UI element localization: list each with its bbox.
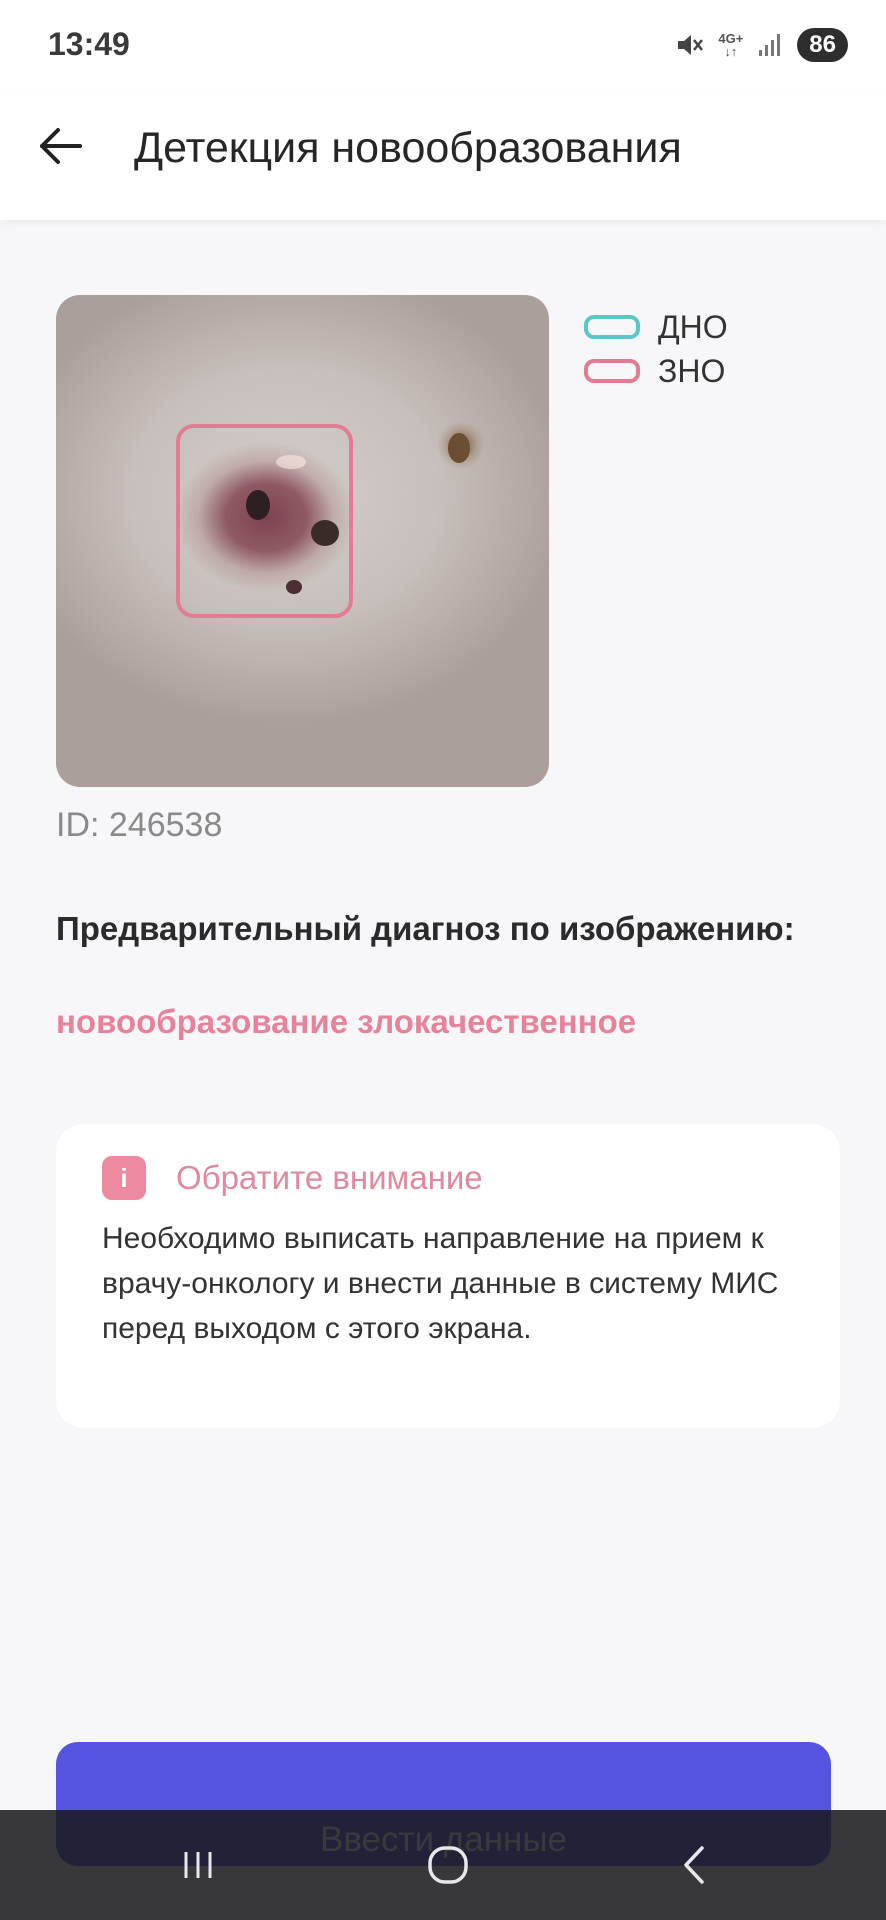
benign-swatch xyxy=(584,315,640,339)
notice-text: Необходимо выписать направление на прием… xyxy=(102,1222,779,1345)
legend-label: ЗНО xyxy=(658,352,726,389)
malignant-swatch xyxy=(584,359,640,383)
notice-title: Обратите внимание xyxy=(176,1159,483,1196)
notice-card: i Обратите внимание Необходимо выписать … xyxy=(56,1124,840,1428)
recent-apps-icon[interactable] xyxy=(170,1840,230,1890)
benign-spot xyxy=(448,433,470,463)
detection-legend: ДНО ЗНО xyxy=(584,305,728,393)
legend-item-malignant: ЗНО xyxy=(584,349,728,393)
legend-item-benign: ДНО xyxy=(584,305,728,349)
status-bar: 13:49 4G+ ↓↑ 86 xyxy=(0,0,886,90)
signal-icon xyxy=(759,34,781,56)
home-icon[interactable] xyxy=(418,1840,478,1890)
diagnosis-label: Предварительный диагноз по изображению: xyxy=(56,910,795,947)
app-header: Детекция новообразования xyxy=(0,90,886,220)
back-arrow-icon[interactable] xyxy=(34,118,90,174)
page-title: Детекция новообразования xyxy=(134,124,682,172)
mute-icon xyxy=(678,35,704,55)
status-indicators: 4G+ ↓↑ 86 xyxy=(674,28,848,62)
legend-label: ДНО xyxy=(658,308,728,345)
malignant-detection-box[interactable] xyxy=(176,424,353,618)
status-time: 13:49 xyxy=(48,26,130,62)
battery-indicator: 86 xyxy=(797,28,848,62)
diagnosis-value: новообразование злокачественное xyxy=(56,1003,637,1040)
system-nav-bar xyxy=(0,1810,886,1920)
network-type: 4G+ ↓↑ xyxy=(718,32,743,58)
info-icon: i xyxy=(102,1156,146,1200)
lesion-photo[interactable] xyxy=(56,295,549,787)
image-id: ID: 246538 xyxy=(56,806,223,844)
back-icon[interactable] xyxy=(666,1840,726,1890)
data-arrows-icon: ↓↑ xyxy=(724,44,738,59)
